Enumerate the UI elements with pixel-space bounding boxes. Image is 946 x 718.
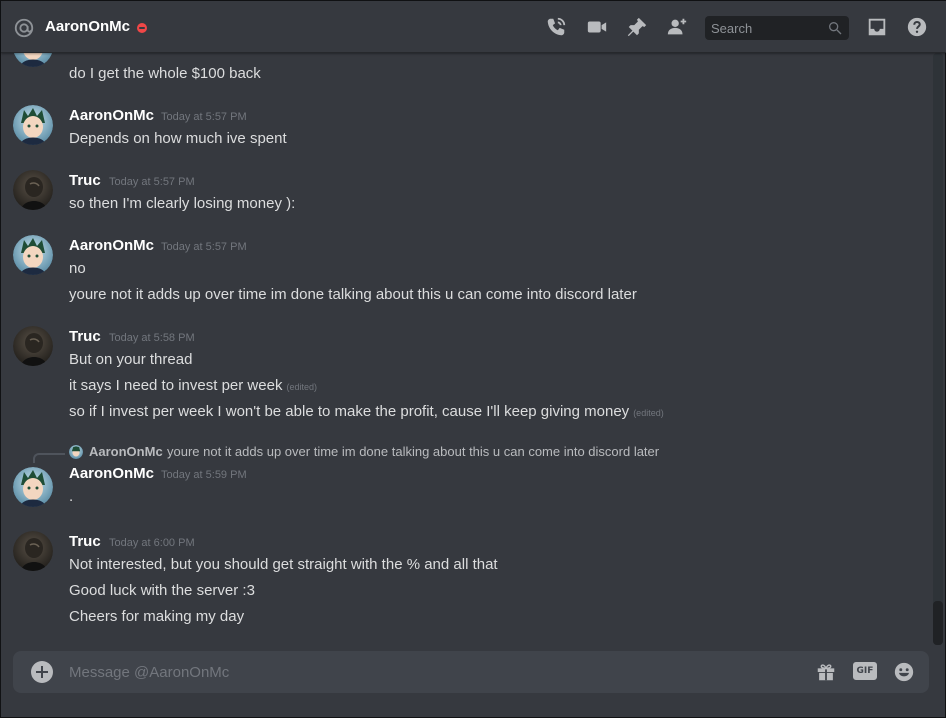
- start-voice-call-icon[interactable]: [545, 16, 567, 38]
- message-text: .: [69, 488, 74, 505]
- message-text: Not interested, but you should get strai…: [69, 556, 498, 573]
- message-line-edited: so if I invest per week I won't be able …: [69, 403, 664, 420]
- message-composer: GIF: [13, 651, 929, 693]
- reply-author[interactable]: AaronOnMc: [89, 444, 163, 459]
- gif-button[interactable]: GIF: [853, 662, 877, 680]
- message-timestamp: Today at 5:58 PM: [109, 332, 195, 344]
- message-text: it says I need to invest per week: [69, 377, 283, 394]
- start-video-call-icon[interactable]: [586, 16, 608, 38]
- avatar-aaron[interactable]: [13, 105, 53, 145]
- message-author[interactable]: AaronOnMc: [69, 465, 154, 482]
- message-text: Depends on how much ive spent: [69, 130, 287, 147]
- avatar-truc[interactable]: [13, 531, 53, 571]
- pinned-messages-icon[interactable]: [626, 16, 648, 38]
- at-icon: [14, 18, 34, 38]
- message-author[interactable]: Truc: [69, 328, 101, 345]
- reply-avatar[interactable]: [69, 445, 83, 459]
- avatar-truc[interactable]: [13, 170, 53, 210]
- scrollbar-thumb[interactable]: [933, 601, 943, 645]
- search-icon[interactable]: [827, 20, 843, 36]
- channel-title: AaronOnMc: [45, 18, 131, 35]
- message-line-edited: it says I need to invest per week (edited…: [69, 377, 317, 394]
- message-text: do I get the whole $100 back: [69, 65, 261, 82]
- search-bar[interactable]: [705, 16, 849, 40]
- message-author[interactable]: AaronOnMc: [69, 107, 154, 124]
- edited-label: (edited): [286, 382, 317, 392]
- message-author[interactable]: AaronOnMc: [69, 237, 154, 254]
- inbox-icon[interactable]: [866, 16, 888, 38]
- search-input[interactable]: [711, 16, 821, 40]
- message-text: Good luck with the server :3: [69, 582, 255, 599]
- message-timestamp: Today at 6:00 PM: [109, 537, 195, 549]
- add-friend-icon[interactable]: [666, 16, 688, 38]
- message-timestamp: Today at 5:59 PM: [161, 469, 247, 481]
- message-author[interactable]: Truc: [69, 172, 101, 189]
- avatar-aaron[interactable]: [13, 53, 53, 67]
- channel-header: AaronOnMc: [1, 1, 946, 53]
- edited-label: (edited): [633, 408, 664, 418]
- message-text: so if I invest per week I won't be able …: [69, 403, 630, 420]
- avatar-aaron[interactable]: [13, 467, 53, 507]
- help-icon[interactable]: [906, 16, 928, 38]
- message-author[interactable]: Truc: [69, 533, 101, 550]
- message-timestamp: Today at 5:57 PM: [161, 241, 247, 253]
- scrollbar-track[interactable]: [933, 53, 943, 645]
- avatar-aaron[interactable]: [13, 235, 53, 275]
- message-list: do I get the whole $100 back AaronOnMc T…: [1, 53, 931, 643]
- message-timestamp: Today at 5:57 PM: [109, 176, 195, 188]
- emoji-icon[interactable]: [893, 661, 915, 683]
- avatar-truc[interactable]: [13, 326, 53, 366]
- gift-icon[interactable]: [815, 661, 837, 683]
- message-timestamp: Today at 5:57 PM: [161, 111, 247, 123]
- message-input[interactable]: [69, 651, 789, 693]
- add-attachment-icon[interactable]: [31, 661, 53, 683]
- reply-spine: [33, 453, 65, 463]
- message-text: no: [69, 260, 86, 277]
- message-text: so then I'm clearly losing money ):: [69, 195, 296, 212]
- message-text: But on your thread: [69, 351, 193, 368]
- message-text: youre not it adds up over time im done t…: [69, 286, 637, 303]
- dnd-status-icon: [137, 23, 147, 33]
- reply-preview[interactable]: youre not it adds up over time im done t…: [167, 444, 659, 459]
- message-text: Cheers for making my day: [69, 608, 245, 625]
